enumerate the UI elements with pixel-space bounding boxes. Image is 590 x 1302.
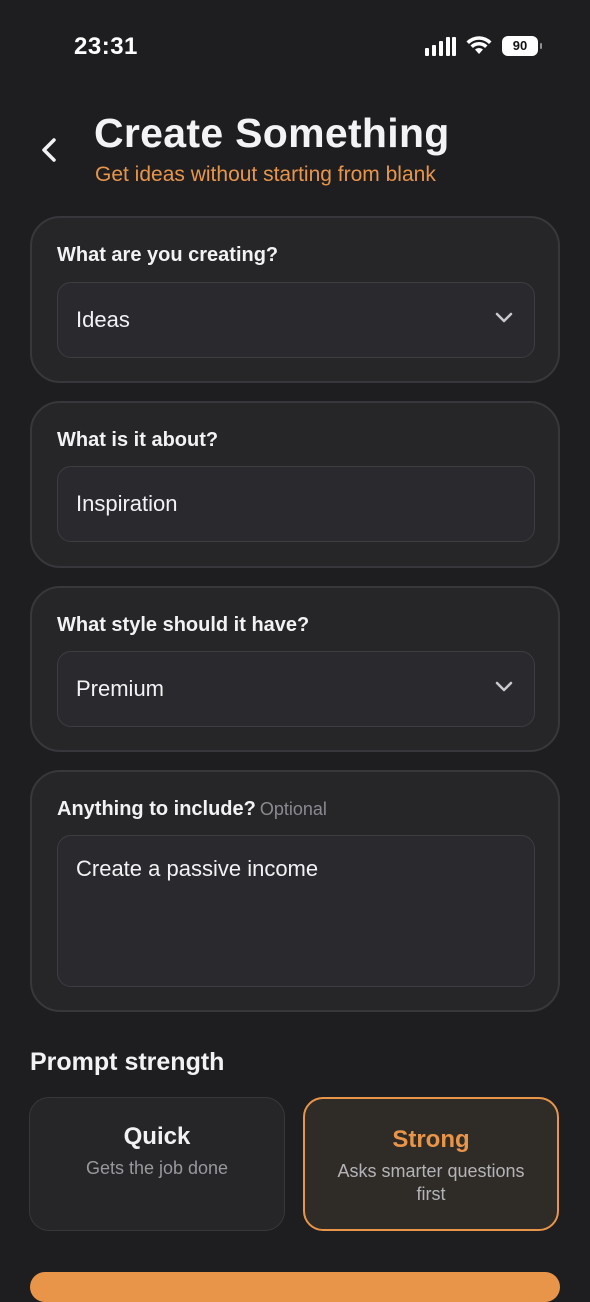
cellular-signal-icon bbox=[425, 36, 456, 56]
status-bar: 23:31 90 bbox=[0, 0, 590, 96]
style-value: Premium bbox=[76, 676, 165, 701]
prompt-strength-quick[interactable]: Quick Gets the job done bbox=[29, 1097, 285, 1231]
include-textarea[interactable]: Create a passive income bbox=[57, 835, 535, 987]
prompt-strength-title: Prompt strength bbox=[30, 1048, 225, 1076]
page-title: Create Something bbox=[94, 110, 450, 156]
chevron-down-icon bbox=[495, 312, 513, 323]
back-button[interactable] bbox=[36, 132, 66, 168]
style-select[interactable]: Premium bbox=[57, 651, 535, 727]
about-card: What is it about? Inspiration bbox=[30, 401, 560, 568]
style-label: What style should it have? bbox=[57, 614, 310, 636]
strong-title: Strong bbox=[392, 1126, 470, 1153]
include-label-text: Anything to include? bbox=[57, 798, 256, 820]
header: Create Something Get ideas without start… bbox=[0, 110, 590, 200]
optional-tag: Optional bbox=[259, 799, 327, 819]
creating-value: Ideas bbox=[76, 307, 130, 332]
creating-select[interactable]: Ideas bbox=[57, 282, 535, 358]
chevron-left-icon bbox=[42, 138, 56, 162]
include-card: Anything to include? Optional Create a pa… bbox=[30, 770, 560, 1012]
creating-card: What are you creating? Ideas bbox=[30, 216, 560, 383]
wifi-icon bbox=[466, 36, 492, 54]
quick-title: Quick bbox=[123, 1123, 191, 1150]
status-time: 23:31 bbox=[74, 33, 138, 60]
status-icons: 90 bbox=[425, 36, 542, 56]
style-card: What style should it have? Premium bbox=[30, 586, 560, 752]
chevron-down-icon bbox=[495, 681, 513, 692]
quick-description: Gets the job done bbox=[85, 1158, 229, 1178]
include-label: Anything to include? Optional bbox=[57, 798, 327, 821]
primary-action-button[interactable] bbox=[30, 1272, 560, 1302]
about-value: Inspiration bbox=[76, 491, 178, 516]
page-subtitle: Get ideas without starting from blank bbox=[95, 163, 436, 186]
about-label: What is it about? bbox=[57, 429, 219, 451]
about-input[interactable]: Inspiration bbox=[57, 466, 535, 542]
include-value: Create a passive income bbox=[76, 856, 319, 881]
strong-description: Asks smarter questions first bbox=[337, 1161, 525, 1204]
battery-icon: 90 bbox=[502, 36, 542, 56]
creating-label: What are you creating? bbox=[57, 244, 279, 266]
prompt-strength-strong[interactable]: Strong Asks smarter questions first bbox=[303, 1097, 559, 1231]
